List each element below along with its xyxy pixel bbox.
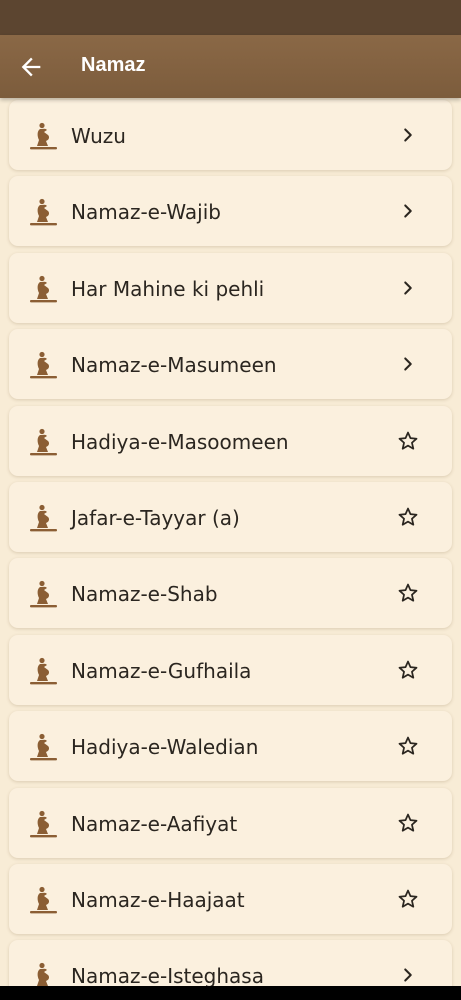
prayer-icon <box>30 351 57 379</box>
star-outline-icon[interactable] <box>397 812 419 834</box>
item-label: Namaz-e-Wajib <box>71 200 221 224</box>
star-outline-icon[interactable] <box>397 659 419 681</box>
item-label: Jafar-e-Tayyar (a) <box>71 506 240 530</box>
item-label: Har Mahine ki pehli <box>71 277 265 301</box>
system-nav-bar <box>0 986 461 1000</box>
prayer-icon <box>30 198 57 226</box>
page-title: Namaz <box>81 54 146 76</box>
star-outline-icon[interactable] <box>397 506 419 528</box>
list-item[interactable]: Hadiya-e-Masoomeen <box>9 406 452 476</box>
star-outline-icon[interactable] <box>397 888 419 910</box>
list-item[interactable]: Namaz-e-Wajib <box>9 176 452 246</box>
star-outline-icon[interactable] <box>397 430 419 452</box>
chevron-right-icon <box>404 281 412 295</box>
prayer-icon <box>30 275 57 303</box>
chevron-right-icon <box>404 968 412 982</box>
list-item[interactable]: Namaz-e-Masumeen <box>9 329 452 399</box>
prayer-icon <box>30 810 57 838</box>
item-label: Namaz-e-Masumeen <box>71 353 277 377</box>
star-outline-icon[interactable] <box>397 735 419 757</box>
item-label: Namaz-e-Aafiyat <box>71 812 238 836</box>
app-bar: Namaz <box>0 35 461 98</box>
star-outline-icon[interactable] <box>397 582 419 604</box>
list-item[interactable]: Namaz-e-Isteghasa <box>9 940 452 986</box>
item-label: Namaz-e-Shab <box>71 582 218 606</box>
item-label: Namaz-e-Haajaat <box>71 888 245 912</box>
arrow-left-icon[interactable] <box>17 53 45 81</box>
prayer-icon <box>30 886 57 914</box>
prayer-icon <box>30 122 57 150</box>
item-label: Hadiya-e-Masoomeen <box>71 430 289 454</box>
prayer-icon <box>30 580 57 608</box>
item-label: Hadiya-e-Waledian <box>71 735 259 759</box>
list-item[interactable]: Namaz-e-Haajaat <box>9 864 452 934</box>
prayer-icon <box>30 733 57 761</box>
chevron-right-icon <box>404 357 412 371</box>
list-item[interactable]: Namaz-e-Shab <box>9 558 452 628</box>
status-bar <box>0 0 461 35</box>
list-item[interactable]: Wuzu <box>9 100 452 170</box>
item-label: Namaz-e-Gufhaila <box>71 659 252 683</box>
item-label: Wuzu <box>71 124 126 148</box>
list-item[interactable]: Har Mahine ki pehli <box>9 253 452 323</box>
namaz-list: Wuzu Namaz-e-Wajib Har Mahine ki pehli N… <box>0 98 461 986</box>
chevron-right-icon <box>404 204 412 218</box>
list-item[interactable]: Namaz-e-Gufhaila <box>9 635 452 705</box>
prayer-icon <box>30 428 57 456</box>
prayer-icon <box>30 504 57 532</box>
list-item[interactable]: Jafar-e-Tayyar (a) <box>9 482 452 552</box>
list-item[interactable]: Hadiya-e-Waledian <box>9 711 452 781</box>
list-item[interactable]: Namaz-e-Aafiyat <box>9 788 452 858</box>
prayer-icon <box>30 657 57 685</box>
prayer-icon <box>37 962 50 986</box>
chevron-right-icon <box>404 128 412 142</box>
item-label: Namaz-e-Isteghasa <box>71 964 264 986</box>
